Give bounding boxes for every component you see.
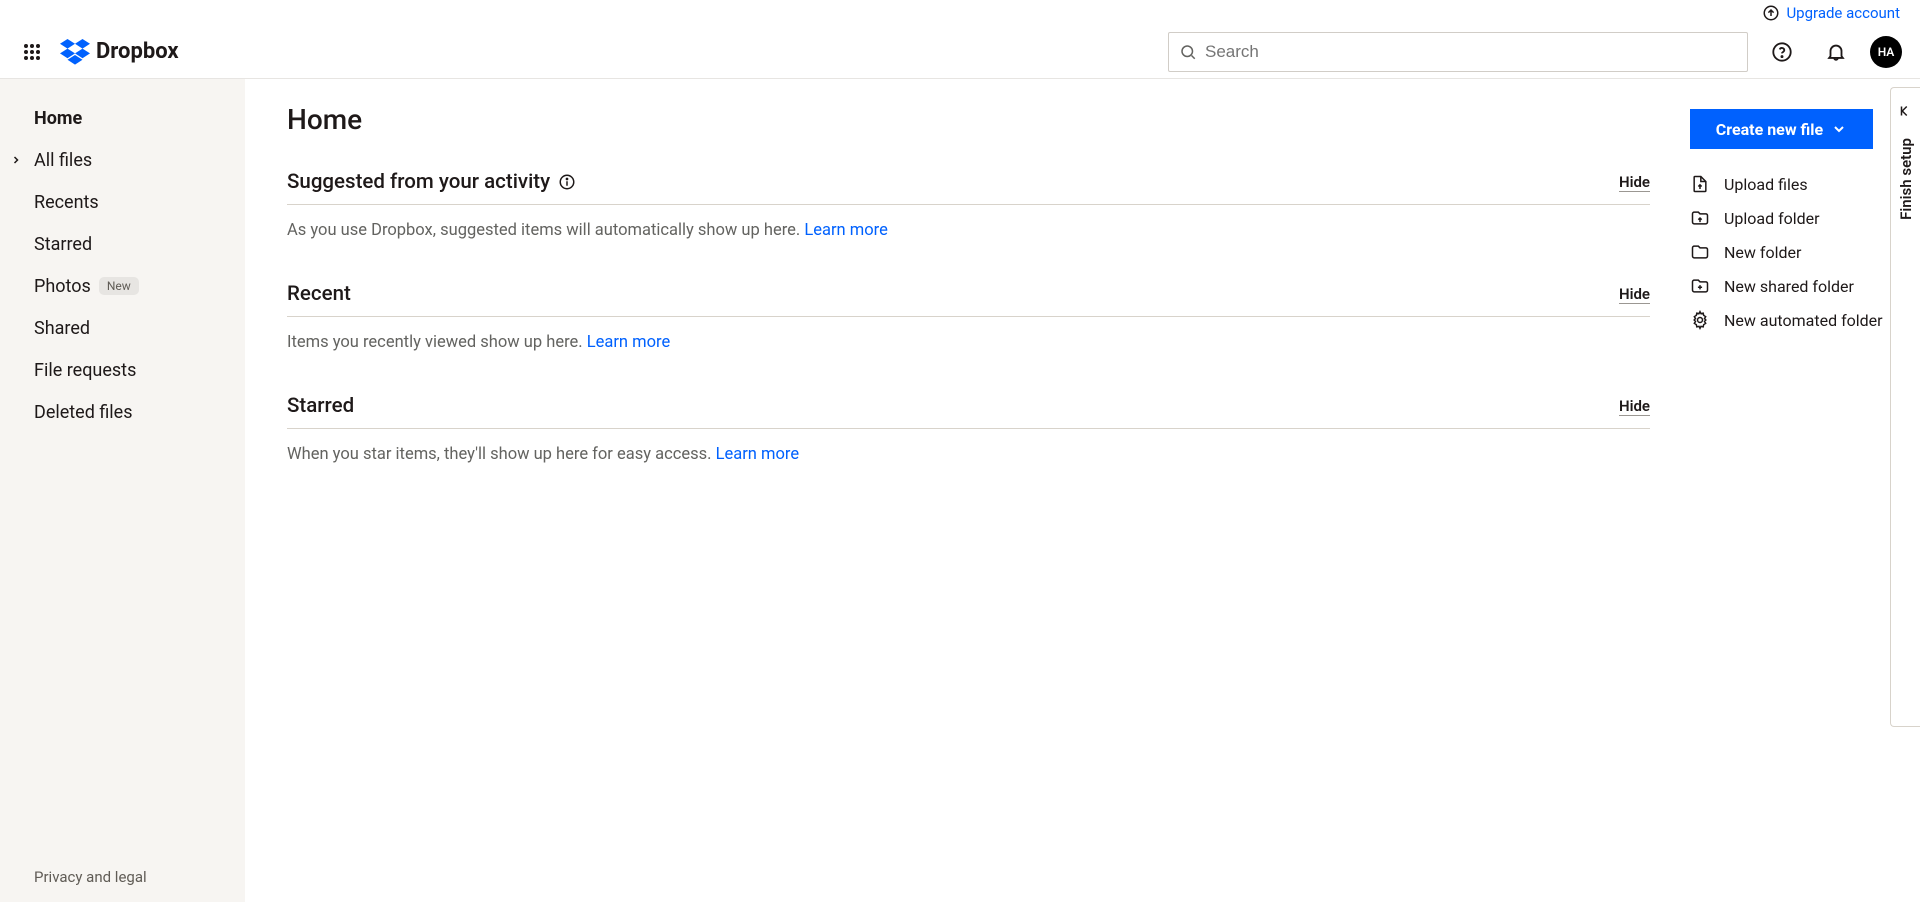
create-new-file-button[interactable]: Create new file	[1690, 109, 1873, 149]
section-title-text: Starred	[287, 394, 354, 418]
section-recent: Recent Hide Items you recently viewed sh…	[287, 282, 1650, 352]
bell-icon	[1825, 41, 1847, 63]
app-launcher-button[interactable]	[18, 38, 46, 66]
sidebar-item-recents[interactable]: Recents	[0, 181, 245, 223]
hide-button[interactable]: Hide	[1619, 173, 1650, 192]
sidebar-item-label: Home	[34, 108, 82, 129]
dropbox-logo-icon	[60, 39, 90, 65]
dropbox-logo[interactable]: Dropbox	[60, 39, 179, 65]
upgrade-account-label: Upgrade account	[1786, 4, 1900, 22]
section-header: Recent Hide	[287, 282, 1650, 317]
learn-more-link[interactable]: Learn more	[804, 221, 887, 240]
section-title: Suggested from your activity	[287, 170, 576, 194]
folder-upload-icon	[1690, 208, 1710, 228]
arrow-collapse-icon	[1897, 102, 1915, 120]
folder-icon	[1690, 242, 1710, 262]
grid-icon	[23, 43, 41, 61]
file-upload-icon	[1690, 174, 1710, 194]
content: Home Suggested from your activity Hide A…	[245, 79, 1690, 902]
action-label: New folder	[1724, 243, 1801, 262]
sidebar-item-all-files[interactable]: All files	[0, 139, 245, 181]
section-suggested: Suggested from your activity Hide As you…	[287, 170, 1650, 240]
search-icon	[1179, 43, 1197, 61]
avatar-initials: HA	[1878, 45, 1895, 59]
section-body: When you star items, they'll show up her…	[287, 429, 1650, 464]
folder-shared-icon	[1690, 276, 1710, 296]
upload-folder-action[interactable]: Upload folder	[1690, 201, 1910, 235]
action-list: Upload files Upload folder New folder Ne…	[1690, 167, 1910, 337]
sidebar-item-label: Recents	[34, 192, 99, 213]
sidebar: Home All files Recents Starred Photos Ne…	[0, 79, 245, 902]
dropbox-logo-text: Dropbox	[96, 39, 179, 64]
new-badge: New	[99, 277, 139, 295]
search-box[interactable]	[1168, 32, 1748, 72]
privacy-legal-label: Privacy and legal	[34, 868, 147, 886]
upgrade-icon	[1762, 4, 1780, 22]
sidebar-item-label: File requests	[34, 360, 136, 381]
sidebar-item-starred[interactable]: Starred	[0, 223, 245, 265]
upgrade-account-link[interactable]: Upgrade account	[1762, 4, 1900, 22]
sidebar-item-file-requests[interactable]: File requests	[0, 349, 245, 391]
section-header: Suggested from your activity Hide	[287, 170, 1650, 205]
sidebar-item-label: All files	[34, 150, 92, 171]
app-header: Upgrade account Dropbox HA	[0, 0, 1920, 79]
section-body: Items you recently viewed show up here. …	[287, 317, 1650, 352]
header-main: Dropbox HA	[0, 25, 1920, 78]
section-body: As you use Dropbox, suggested items will…	[287, 205, 1650, 240]
section-text: Items you recently viewed show up here.	[287, 333, 587, 352]
section-text: As you use Dropbox, suggested items will…	[287, 221, 804, 240]
main: Home Suggested from your activity Hide A…	[245, 79, 1920, 902]
learn-more-link[interactable]: Learn more	[587, 333, 670, 352]
sidebar-item-label: Shared	[34, 318, 90, 339]
sidebar-item-label: Starred	[34, 234, 92, 255]
right-panel: Create new file Upload files Upload fold…	[1690, 79, 1920, 902]
action-label: New shared folder	[1724, 277, 1854, 296]
section-title-text: Suggested from your activity	[287, 170, 550, 194]
chevron-down-icon	[1831, 121, 1847, 137]
account-avatar[interactable]: HA	[1870, 36, 1902, 68]
action-label: Upload files	[1724, 175, 1808, 194]
create-btn-label: Create new file	[1716, 120, 1823, 139]
sidebar-item-label: Deleted files	[34, 402, 133, 423]
chevron-right-icon	[10, 154, 22, 166]
section-text: When you star items, they'll show up her…	[287, 445, 716, 464]
sidebar-item-label: Photos	[34, 276, 91, 297]
sidebar-item-home[interactable]: Home	[0, 97, 245, 139]
sidebar-item-shared[interactable]: Shared	[0, 307, 245, 349]
header-top: Upgrade account	[0, 0, 1920, 25]
section-header: Starred Hide	[287, 394, 1650, 429]
search-input[interactable]	[1205, 42, 1737, 62]
sidebar-nav: Home All files Recents Starred Photos Ne…	[0, 79, 245, 852]
new-automated-folder-action[interactable]: New automated folder	[1690, 303, 1910, 337]
app-body: Home All files Recents Starred Photos Ne…	[0, 79, 1920, 902]
section-title: Starred	[287, 394, 354, 418]
privacy-legal-link[interactable]: Privacy and legal	[0, 852, 245, 902]
notifications-button[interactable]	[1816, 32, 1856, 72]
help-button[interactable]	[1762, 32, 1802, 72]
new-shared-folder-action[interactable]: New shared folder	[1690, 269, 1910, 303]
help-icon	[1771, 41, 1793, 63]
page-title: Home	[287, 103, 1650, 136]
upload-files-action[interactable]: Upload files	[1690, 167, 1910, 201]
sidebar-item-deleted-files[interactable]: Deleted files	[0, 391, 245, 433]
section-title: Recent	[287, 282, 351, 306]
action-label: Upload folder	[1724, 209, 1820, 228]
hide-button[interactable]: Hide	[1619, 397, 1650, 416]
finish-setup-drawer[interactable]: Finish setup	[1890, 87, 1920, 727]
action-label: New automated folder	[1724, 311, 1883, 330]
gear-icon	[1690, 310, 1710, 330]
sidebar-item-photos[interactable]: Photos New	[0, 265, 245, 307]
section-title-text: Recent	[287, 282, 351, 306]
section-starred: Starred Hide When you star items, they'l…	[287, 394, 1650, 464]
info-icon[interactable]	[558, 173, 576, 191]
learn-more-link[interactable]: Learn more	[716, 445, 799, 464]
finish-setup-label: Finish setup	[1897, 138, 1915, 220]
new-folder-action[interactable]: New folder	[1690, 235, 1910, 269]
hide-button[interactable]: Hide	[1619, 285, 1650, 304]
